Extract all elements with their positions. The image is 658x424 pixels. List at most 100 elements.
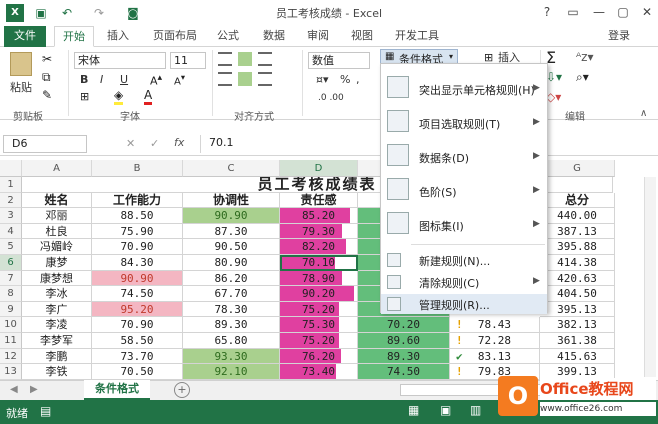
table-cell[interactable]: 75.20 <box>280 333 358 349</box>
fill-icon[interactable]: ⇩▾ <box>546 70 562 84</box>
table-cell[interactable]: 90.20 <box>280 286 358 302</box>
collapse-ribbon-icon[interactable]: ∧ <box>640 108 647 119</box>
tab-view[interactable]: 视图 <box>344 26 380 47</box>
tab-page-layout[interactable]: 页面布局 <box>146 26 204 47</box>
row-header-12[interactable]: 12 <box>0 348 22 365</box>
column-header-B[interactable]: B <box>92 160 183 177</box>
table-cell[interactable]: 67.70 <box>183 286 280 302</box>
font-name-select[interactable]: 宋体 <box>74 52 166 69</box>
table-cell[interactable]: 395.13 <box>540 301 615 318</box>
sort-filter-icon[interactable]: ᴬᴢ▾ <box>576 50 594 64</box>
row-header-7[interactable]: 7 <box>0 270 22 287</box>
table-cell[interactable]: 65.80 <box>183 333 280 349</box>
help-icon[interactable]: ? <box>536 2 558 22</box>
table-cell[interactable]: 李广 <box>22 301 92 318</box>
number-format-select[interactable]: 数值 <box>308 52 370 69</box>
row-header-5[interactable]: 5 <box>0 239 22 255</box>
table-cell[interactable]: 92.10 <box>183 364 280 380</box>
menu-item-manage-rules[interactable]: 管理规则(R)... <box>381 294 547 314</box>
table-cell[interactable]: 89.30 <box>358 348 450 365</box>
row-header-4[interactable]: 4 <box>0 223 22 240</box>
column-header-D[interactable]: D <box>280 160 358 177</box>
table-cell[interactable]: 90.90 <box>183 208 280 224</box>
sheet-next-icon[interactable]: ▶ <box>30 384 38 395</box>
shrink-font-icon[interactable]: A▾ <box>174 72 185 87</box>
table-cell[interactable]: 70.10 <box>280 255 358 271</box>
table-cell[interactable]: 杜良 <box>22 223 92 240</box>
table-cell[interactable]: 85.20 <box>280 208 358 224</box>
header-cell[interactable]: 协调性 <box>183 192 280 209</box>
table-cell[interactable]: 420.63 <box>540 270 615 287</box>
cut-icon[interactable]: ✂ <box>42 52 52 66</box>
column-header-A[interactable]: A <box>22 160 92 177</box>
table-cell[interactable]: 58.50 <box>92 333 183 349</box>
table-cell[interactable]: 75.30 <box>280 317 358 333</box>
table-cell[interactable]: 382.13 <box>540 317 615 333</box>
sheet-tab-conditional[interactable]: 条件格式 <box>84 380 150 400</box>
row-header-8[interactable]: 8 <box>0 286 22 302</box>
tab-developer[interactable]: 开发工具 <box>392 26 442 47</box>
font-size-select[interactable]: 11 <box>170 52 206 69</box>
table-cell[interactable]: 70.20 <box>358 317 450 333</box>
table-cell[interactable]: 邓丽 <box>22 208 92 224</box>
row-header-10[interactable]: 10 <box>0 317 22 333</box>
font-color-icon[interactable]: A <box>144 88 153 105</box>
table-cell[interactable]: 404.50 <box>540 286 615 302</box>
percent-button[interactable]: % <box>340 72 350 88</box>
table-cell[interactable]: 李梦军 <box>22 333 92 349</box>
header-cell[interactable]: 总分 <box>540 192 615 209</box>
table-cell[interactable]: 李鹏 <box>22 348 92 365</box>
copy-icon[interactable]: ⧉ <box>42 70 51 85</box>
table-cell[interactable]: 79.30 <box>280 223 358 240</box>
border-icon[interactable]: ⊞ <box>80 90 89 103</box>
table-cell[interactable]: 75.90 <box>92 223 183 240</box>
fill-color-icon[interactable]: ◈ <box>114 88 124 105</box>
menu-item-new-rule[interactable]: 新建规则(N)... <box>381 250 547 270</box>
close-icon[interactable]: ✕ <box>636 2 658 22</box>
row-header-11[interactable]: 11 <box>0 333 22 349</box>
maximize-icon[interactable]: ▢ <box>612 2 634 22</box>
table-cell[interactable]: 387.13 <box>540 223 615 240</box>
page-break-view-icon[interactable]: ▥ <box>470 403 481 417</box>
header-cell[interactable]: 工作能力 <box>92 192 183 209</box>
table-cell[interactable]: 84.30 <box>92 255 183 271</box>
clear-icon[interactable]: ◇▾ <box>546 90 561 104</box>
alignment-icons[interactable] <box>218 52 290 88</box>
paste-button[interactable]: 粘贴 <box>10 80 32 96</box>
tab-data[interactable]: 数据 <box>256 26 292 47</box>
table-cell[interactable]: 361.38 <box>540 333 615 349</box>
tab-formulas[interactable]: 公式 <box>210 26 246 47</box>
table-cell[interactable]: 74.50 <box>92 286 183 302</box>
macro-record-icon[interactable]: ▤ <box>40 404 51 418</box>
table-cell[interactable]: 89.60 <box>358 333 450 349</box>
table-cell[interactable]: 73.40 <box>280 364 358 380</box>
table-cell[interactable]: 72.28! <box>450 333 540 349</box>
decimal-icons[interactable]: .0 .00 <box>318 90 344 106</box>
table-cell[interactable]: 440.00 <box>540 208 615 224</box>
menu-item-highlight-rules[interactable]: 突出显示单元格规则(H) ▶ <box>381 74 547 104</box>
signin-link[interactable]: 登录 <box>604 26 634 47</box>
new-sheet-icon[interactable]: + <box>174 382 190 398</box>
table-cell[interactable]: 70.90 <box>92 317 183 333</box>
currency-icon[interactable]: ¤▾ <box>316 72 329 88</box>
minimize-icon[interactable]: — <box>588 2 610 22</box>
insert-function-icon[interactable]: fx <box>174 136 184 149</box>
tab-review[interactable]: 审阅 <box>300 26 336 47</box>
row-header-6[interactable]: 6 <box>0 255 22 271</box>
table-cell[interactable]: 78.43! <box>450 317 540 333</box>
sheet-prev-icon[interactable]: ◀ <box>10 384 18 395</box>
table-cell[interactable]: 395.88 <box>540 239 615 255</box>
page-layout-view-icon[interactable]: ▣ <box>440 403 451 417</box>
table-cell[interactable]: 90.90 <box>92 270 183 287</box>
table-cell[interactable]: 76.20 <box>280 348 358 365</box>
table-cell[interactable]: 78.30 <box>183 301 280 318</box>
tab-home[interactable]: 开始 <box>54 26 94 47</box>
header-cell[interactable]: 责任感 <box>280 192 358 209</box>
row-header-2[interactable]: 2 <box>0 192 22 209</box>
table-cell[interactable]: 89.30 <box>183 317 280 333</box>
table-cell[interactable]: 冯媚岭 <box>22 239 92 255</box>
italic-button[interactable]: I <box>100 72 103 88</box>
cancel-icon[interactable]: ✕ <box>126 137 135 150</box>
name-box[interactable]: D6 <box>3 135 87 153</box>
table-cell[interactable]: 87.30 <box>183 223 280 240</box>
